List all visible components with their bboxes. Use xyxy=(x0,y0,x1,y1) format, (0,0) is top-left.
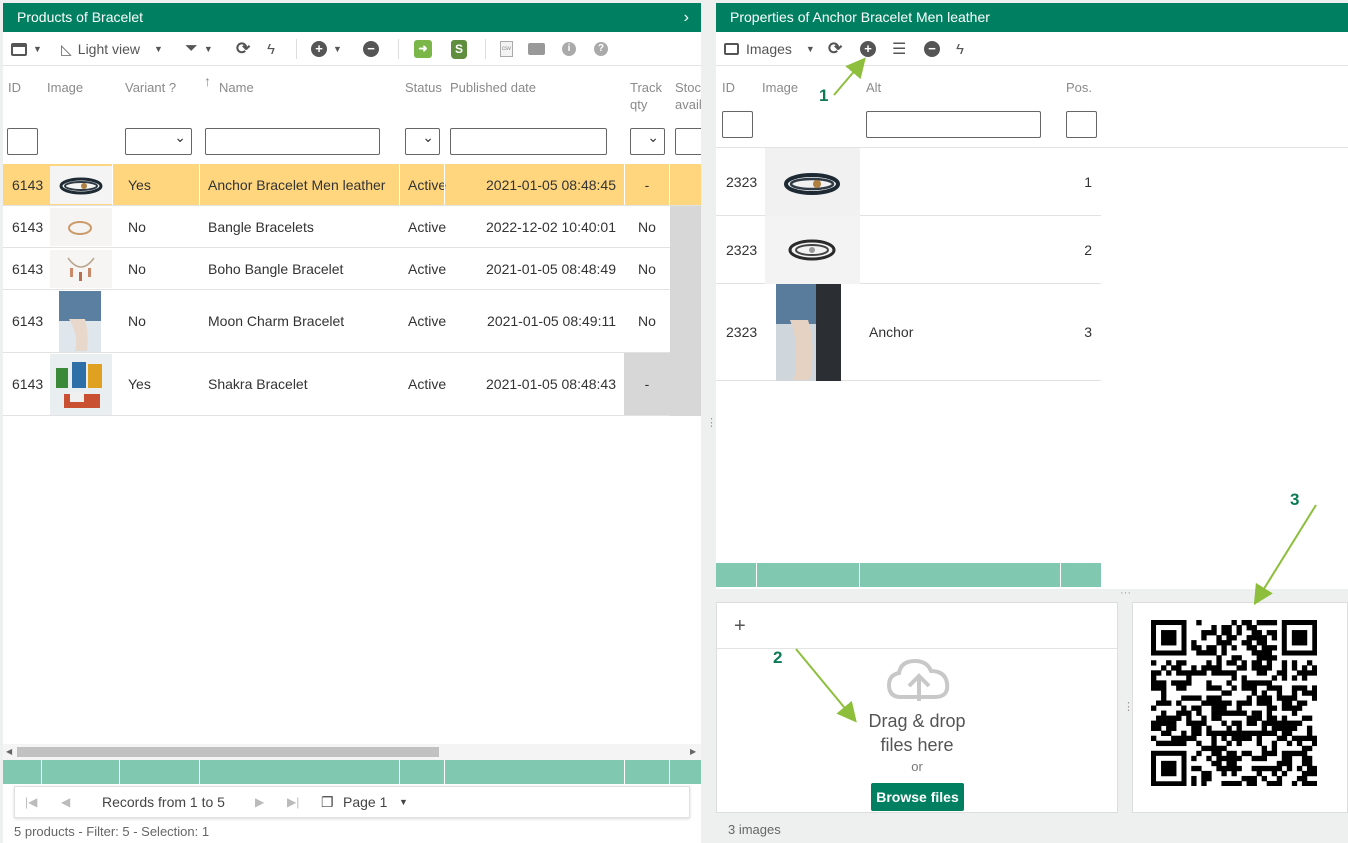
annotation-label-1: 1 xyxy=(819,86,829,105)
annotation-arrows xyxy=(795,57,1317,723)
annotation-label-3: 3 xyxy=(1290,490,1300,509)
annotation-arrow-2 xyxy=(795,648,857,723)
annotation-arrow-3 xyxy=(1253,504,1317,606)
annotation-arrow-1 xyxy=(833,57,866,96)
annotation-label-2: 2 xyxy=(773,648,783,667)
